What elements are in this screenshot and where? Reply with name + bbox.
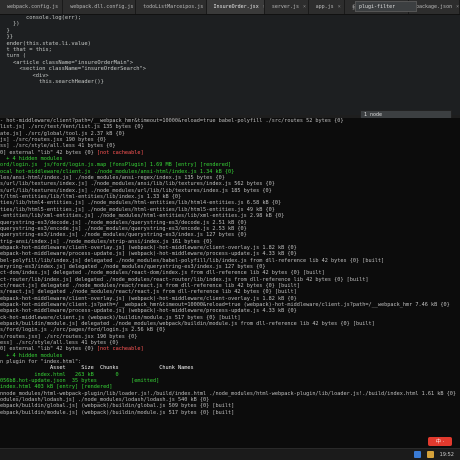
close-icon[interactable]: × bbox=[303, 4, 306, 10]
ime-indicator[interactable]: 中 · bbox=[428, 437, 452, 446]
find-input[interactable]: plugi-filter bbox=[355, 1, 417, 12]
tab-2[interactable]: todoListMarceipos.js× bbox=[136, 0, 207, 14]
tab-label: todoListMarceipos.js bbox=[143, 4, 204, 10]
terminal-line: ebpack/buildin/module.js] (webpack)/buil… bbox=[0, 409, 235, 416]
tab-label: server.js bbox=[271, 4, 299, 10]
tab-label: InsureOrder.jsx bbox=[213, 4, 259, 10]
volume-icon[interactable] bbox=[426, 451, 434, 458]
clock[interactable]: 19:52 bbox=[440, 452, 454, 458]
close-icon[interactable]: × bbox=[456, 4, 459, 10]
tab-1[interactable]: webpack.dll.config.js× bbox=[63, 0, 137, 14]
tab-4[interactable]: server.js × bbox=[264, 0, 309, 14]
tab-label: webpack.dll.config.js bbox=[70, 4, 134, 10]
code-editor[interactable]: console.log(err); }) } }} ender(this.sta… bbox=[0, 15, 460, 115]
tab-label: package.json bbox=[415, 4, 453, 10]
close-icon[interactable]: × bbox=[338, 4, 341, 10]
warning-label: [not cacheable] bbox=[96, 346, 144, 353]
network-icon[interactable] bbox=[413, 451, 421, 458]
terminal-output[interactable]: - hot-middleware/client?path=/__webpack_… bbox=[0, 118, 460, 448]
tab-3[interactable]: InsureOrder.jsx× bbox=[206, 0, 265, 14]
taskbar: 19:52 bbox=[0, 448, 460, 460]
tab-0[interactable]: webpack.config.js× bbox=[0, 0, 64, 14]
tab-label: app.js bbox=[315, 4, 334, 10]
code-line: this.searchHeader()} bbox=[0, 79, 104, 86]
warning-label: [not cacheable] bbox=[96, 149, 144, 156]
find-value: plugi-filter bbox=[359, 3, 396, 10]
ime-label: 中 · bbox=[435, 439, 445, 445]
tab-5[interactable]: app.js × bbox=[308, 0, 346, 14]
tab-label: webpack.config.js bbox=[7, 4, 59, 10]
